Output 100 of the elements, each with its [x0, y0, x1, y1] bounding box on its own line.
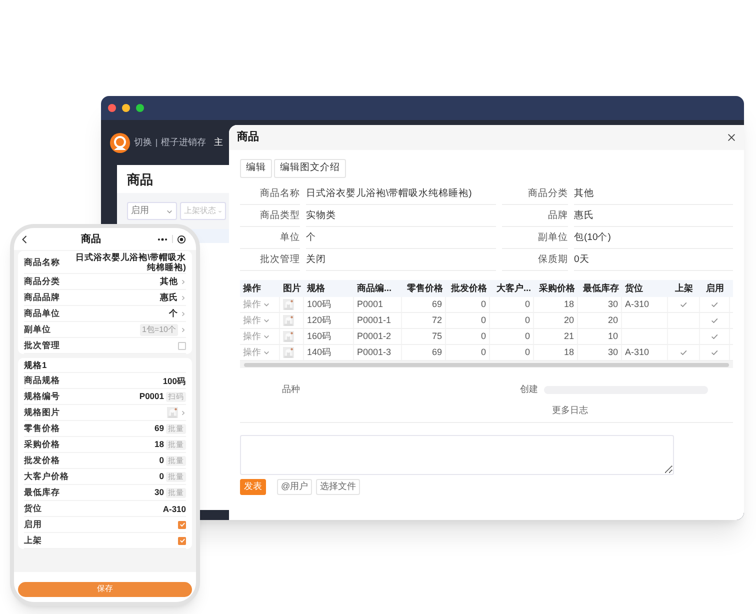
field-label: 批发价格 — [24, 454, 60, 467]
field-label: 商品分类 — [502, 183, 568, 205]
table-cell-text: 0 — [524, 314, 530, 327]
column-header: 操作 — [243, 282, 261, 295]
column-header: 大客户... — [496, 282, 531, 295]
table-cell-text: 0 — [480, 330, 486, 343]
field-value: 日式浴衣婴儿浴袍\带帽吸水纯棉睡袍) — [306, 183, 496, 205]
field-label: 零售价格 — [24, 422, 60, 435]
table-cell-text: 100码 — [307, 298, 332, 311]
field-value: 其他 — [574, 183, 733, 205]
close-icon[interactable] — [177, 234, 186, 244]
field-label: 货位 — [24, 502, 42, 515]
field-label: 单位 — [240, 227, 300, 249]
table-cell-text: 0 — [480, 298, 486, 311]
chevron-icon — [180, 326, 186, 332]
field-value: 日式浴衣婴儿浴袍\带帽吸水纯棉睡袍) — [74, 252, 186, 272]
edit-button[interactable]: 编辑图文介绍 — [274, 159, 346, 178]
table-cell-text: 20 — [564, 314, 574, 327]
filter-dropdown[interactable]: 启用 — [127, 202, 177, 220]
table-cell-text: 18 — [564, 346, 574, 359]
checkbox[interactable] — [178, 520, 186, 528]
table-cell-text: 0 — [524, 346, 530, 359]
field-value[interactable]: 个 — [169, 307, 178, 320]
chevron-icon — [180, 278, 186, 284]
back-icon[interactable] — [21, 234, 28, 244]
action-dropdown[interactable]: 操作 — [243, 314, 261, 328]
field-label: 商品品牌 — [24, 291, 60, 304]
app-name: 橙子进销存 — [161, 136, 206, 149]
table-cell-text: 10 — [608, 330, 618, 343]
field-value: 18 — [154, 438, 164, 451]
column-header: 启用 — [706, 282, 724, 295]
field-value[interactable]: 惠氏 — [160, 291, 178, 304]
action-dropdown[interactable]: 操作 — [243, 330, 261, 344]
more-icon[interactable] — [157, 236, 168, 242]
table-cell-text: 21 — [564, 330, 574, 343]
column-header: 批发价格 — [451, 282, 487, 295]
field-label: 批次管理 — [240, 249, 300, 271]
column-header: 货位 — [625, 282, 643, 295]
field-label: 商品类型 — [240, 205, 300, 227]
field-value: 0 — [159, 454, 164, 467]
table-cell-text: 20 — [608, 314, 618, 327]
column-header: 最低库存 — [583, 282, 619, 295]
toolbar-button[interactable]: 选择文件 — [316, 478, 360, 494]
table-cell-text: A-310 — [625, 346, 650, 359]
field-value: 惠氏 — [574, 205, 733, 227]
field-label: 商品规格 — [24, 374, 60, 387]
field-label: 商品名称 — [240, 183, 300, 205]
field-label: 商品名称 — [24, 256, 60, 268]
save-button[interactable]: 保存 — [18, 582, 192, 596]
screen-title: 商品 — [81, 232, 101, 246]
table-cell-text: A-310 — [625, 298, 650, 311]
table-cell-text: P0001 — [357, 298, 384, 311]
column-header: 零售价格 — [407, 282, 443, 295]
table-cell-text: 0 — [480, 346, 486, 359]
caret-icon — [263, 349, 270, 356]
field-value: A-310 — [162, 504, 186, 514]
more-log-link[interactable]: 更多日志 — [552, 404, 588, 418]
field-value: 69 — [154, 422, 164, 435]
scrollbar[interactable] — [244, 362, 729, 366]
table-cell-text: P0001-1 — [357, 314, 392, 327]
field-label: 上架 — [24, 534, 42, 547]
field-value: 100码 — [162, 376, 186, 386]
section-title: 规格1 — [24, 358, 186, 373]
checkbox[interactable] — [178, 536, 186, 544]
action-dropdown[interactable]: 操作 — [243, 298, 261, 312]
column-header: 规格 — [307, 282, 325, 295]
edit-button[interactable]: 编辑 — [240, 159, 272, 178]
field-value: P0001 — [139, 390, 164, 403]
field-value: 关闭 — [306, 249, 496, 271]
toolbar-button[interactable]: @用户 — [277, 478, 312, 494]
table-cell-text: 30 — [608, 298, 618, 311]
table-cell-text: P0001-3 — [357, 346, 392, 359]
column-header: 图片 — [283, 282, 301, 295]
field-label: 商品单位 — [24, 307, 60, 320]
filter-dropdown[interactable]: 上架状态 — [180, 202, 226, 220]
table-cell-text: 69 — [432, 298, 442, 311]
field-value: 个 — [306, 227, 496, 249]
table-cell-text: 30 — [608, 346, 618, 359]
field-label: 副单位 — [502, 227, 568, 249]
field-label: 大客户价格 — [24, 470, 69, 483]
field-label: 保质期 — [502, 249, 568, 271]
table-cell-text: 0 — [524, 330, 530, 343]
unit-chip[interactable]: 1包=10个 — [140, 324, 178, 336]
column-header: 商品编... — [357, 282, 392, 295]
table-cell-text: 69 — [432, 346, 442, 359]
action-dropdown[interactable]: 操作 — [243, 346, 261, 360]
field-label: 启用 — [24, 518, 42, 531]
field-label: 规格编号 — [24, 390, 60, 403]
nav-item[interactable]: 主 — [214, 136, 223, 150]
table-cell-text: 160码 — [307, 330, 332, 343]
field-label: 采购价格 — [24, 438, 60, 451]
comment-field[interactable] — [240, 434, 674, 474]
post-button[interactable]: 发表 — [240, 478, 266, 494]
checkbox[interactable] — [178, 342, 186, 350]
field-label: 规格图片 — [24, 406, 60, 419]
field-value[interactable]: 其他 — [160, 275, 178, 288]
field-label: 最低库存 — [24, 486, 60, 499]
field-label: 批次管理 — [24, 339, 60, 352]
switch-link[interactable]: 切换 — [134, 136, 152, 150]
close-icon[interactable] — [727, 133, 736, 142]
